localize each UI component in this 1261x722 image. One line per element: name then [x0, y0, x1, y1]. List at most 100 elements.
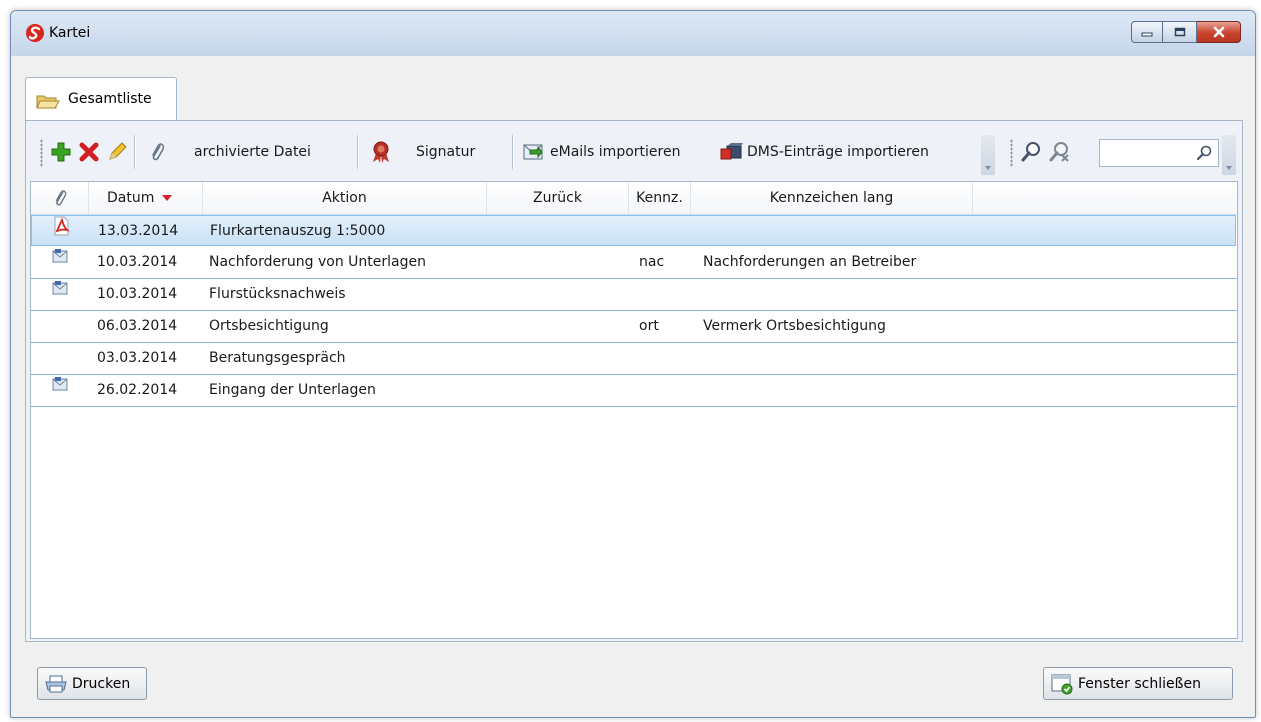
table-row[interactable]: 03.03.2014 Beratungsgespräch — [31, 343, 1237, 375]
row-type-cell — [31, 375, 89, 406]
sort-descending-icon — [162, 195, 173, 201]
cell-kennzeichen-lang: Nachforderungen an Betreiber — [703, 254, 917, 270]
seal-icon — [373, 141, 389, 163]
email-icon — [51, 247, 69, 278]
print-button[interactable]: Drucken — [37, 667, 147, 700]
import-emails-label: eMails importieren — [550, 144, 681, 160]
table-row[interactable]: 10.03.2014 Flurstücksnachweis — [31, 279, 1237, 311]
add-button[interactable] — [50, 121, 72, 183]
minimize-button[interactable] — [1131, 21, 1163, 43]
kartei-window: Kartei Gesamtliste archivierte Datei Sig… — [10, 10, 1256, 718]
cell-aktion: Eingang der Unterlagen — [209, 382, 376, 398]
add-icon — [51, 142, 71, 162]
cell-aktion: Flurkartenauszug 1:5000 — [210, 223, 386, 239]
toolbar-separator — [512, 135, 514, 169]
search-field[interactable] — [1099, 139, 1219, 167]
search-button[interactable] — [1020, 121, 1042, 183]
cell-kennz: nac — [639, 254, 665, 270]
archived-file-label: archivierte Datei — [194, 144, 311, 160]
delete-icon — [79, 142, 99, 162]
row-type-cell — [31, 343, 89, 374]
cell-datum: 06.03.2014 — [97, 318, 178, 334]
row-type-cell — [31, 311, 89, 342]
tab-label: Gesamtliste — [68, 91, 152, 107]
cell-datum: 13.03.2014 — [98, 223, 179, 239]
toolbar-grip[interactable] — [1010, 139, 1013, 167]
tab-gesamtliste[interactable]: Gesamtliste — [25, 77, 177, 121]
edit-button[interactable] — [106, 121, 128, 183]
column-header-aktion[interactable]: Aktion — [203, 182, 487, 214]
toolbar-separator — [357, 135, 359, 169]
toolbar-overflow-button[interactable] — [981, 135, 995, 175]
column-header-zurueck[interactable]: Zurück — [487, 182, 629, 214]
column-header-kennz[interactable]: Kennz. — [629, 182, 691, 214]
search-input[interactable] — [1102, 142, 1194, 164]
dms-import-icon — [720, 143, 743, 160]
cell-datum: 03.03.2014 — [97, 350, 178, 366]
close-icon — [1213, 26, 1224, 38]
cell-datum: 10.03.2014 — [97, 254, 178, 270]
column-header-datum[interactable]: Datum — [89, 182, 203, 214]
close-button[interactable] — [1197, 21, 1241, 43]
column-header-label: Kennz. — [636, 190, 683, 206]
column-header-kennzeichen-lang[interactable]: Kennzeichen lang — [691, 182, 973, 214]
title-bar[interactable]: Kartei — [11, 11, 1255, 56]
row-type-cell — [32, 216, 90, 247]
column-header-label: Zurück — [533, 190, 582, 206]
import-emails-button[interactable]: eMails importieren — [522, 121, 680, 183]
table-row[interactable]: 06.03.2014 Ortsbesichtigung ort Vermerk Ort… — [31, 311, 1237, 343]
import-dms-button[interactable]: DMS-Einträge importieren — [719, 121, 929, 183]
table-row[interactable]: 26.02.2014 Eingang der Unterlagen — [31, 375, 1237, 407]
list-panel: archivierte Datei Signatur eMails import… — [25, 120, 1243, 642]
cell-kennzeichen-lang: Vermerk Ortsbesichtigung — [703, 318, 886, 334]
print-label: Drucken — [72, 675, 131, 692]
archived-file-button[interactable]: archivierte Datei — [148, 121, 311, 183]
cell-aktion: Beratungsgespräch — [209, 350, 346, 366]
toolbar-grip[interactable] — [40, 139, 43, 167]
toolbar-overflow-button[interactable] — [1222, 135, 1236, 175]
cell-aktion: Nachforderung von Unterlagen — [209, 254, 426, 270]
toolbar: archivierte Datei Signatur eMails import… — [26, 121, 1242, 183]
find-user-icon — [1049, 142, 1069, 162]
close-window-label: Fenster schließen — [1078, 675, 1201, 692]
cell-kennz: ort — [639, 318, 659, 334]
magnifier-icon — [1021, 142, 1040, 162]
maximize-button[interactable] — [1163, 21, 1197, 43]
signature-label: Signatur — [416, 144, 476, 160]
import-dms-label: DMS-Einträge importieren — [747, 144, 929, 160]
cell-aktion: Flurstücksnachweis — [209, 286, 346, 302]
toolbar-separator — [134, 135, 136, 169]
maximize-icon — [1174, 27, 1185, 37]
email-icon — [51, 279, 69, 310]
column-header-label: Aktion — [322, 190, 367, 206]
row-type-cell — [31, 279, 89, 310]
email-icon — [51, 375, 69, 406]
grid-header: Datum Aktion Zurück Kennz. Kennzeichen l… — [31, 182, 1237, 215]
delete-button[interactable] — [78, 121, 100, 183]
close-window-button[interactable]: Fenster schließen — [1043, 667, 1233, 700]
app-logo-icon — [26, 24, 44, 42]
pdf-icon — [52, 216, 70, 248]
window-title: Kartei — [49, 25, 91, 41]
row-type-cell — [31, 247, 89, 278]
column-header-label: Datum — [107, 190, 155, 206]
table-row[interactable]: 13.03.2014 Flurkartenauszug 1:5000 — [31, 215, 1236, 246]
find-user-button[interactable] — [1048, 121, 1072, 183]
paperclip-icon — [152, 143, 165, 161]
column-header-label: Kennzeichen lang — [769, 190, 894, 206]
signature-button[interactable]: Signatur — [370, 121, 475, 183]
folder-icon — [36, 95, 60, 109]
paperclip-icon — [55, 190, 66, 206]
cell-datum: 10.03.2014 — [97, 286, 178, 302]
email-import-icon — [523, 144, 543, 160]
entries-grid: Datum Aktion Zurück Kennz. Kennzeichen l… — [30, 181, 1238, 639]
window-controls — [1131, 21, 1241, 43]
cell-aktion: Ortsbesichtigung — [209, 318, 329, 334]
column-header-attachment[interactable] — [31, 182, 89, 214]
table-row[interactable]: 10.03.2014 Nachforderung von Unterlagen na… — [31, 247, 1237, 279]
pencil-icon — [109, 142, 127, 160]
printer-icon — [45, 675, 67, 692]
cell-datum: 26.02.2014 — [97, 382, 178, 398]
search-icon[interactable] — [1196, 145, 1212, 161]
minimize-icon — [1141, 32, 1153, 37]
